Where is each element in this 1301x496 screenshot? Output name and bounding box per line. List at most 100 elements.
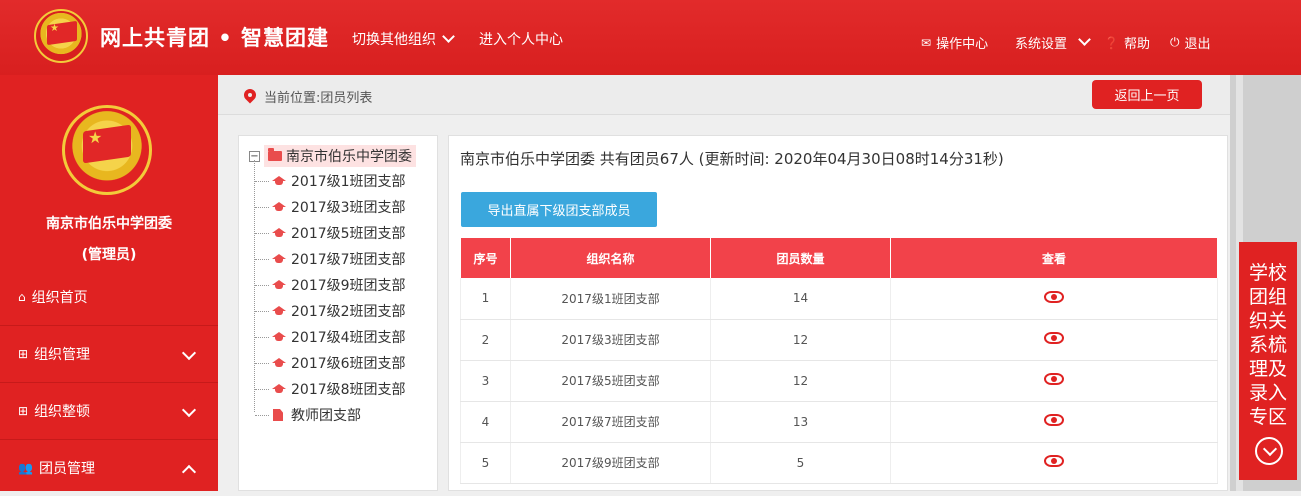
cell-no: 1 — [460, 278, 511, 320]
school-org-promo-panel[interactable]: 学校团组织关系梳理及录入专区 — [1239, 242, 1297, 480]
chevron-down-circle-icon[interactable] — [1255, 437, 1283, 465]
tree-root-label[interactable]: 南京市伯乐中学团委 — [264, 145, 416, 167]
tree-node-label: 2017级6班团支部 — [291, 356, 406, 372]
graduation-cap-icon — [271, 306, 287, 316]
eye-icon[interactable] — [1044, 373, 1064, 385]
tree-node[interactable]: 2017级3班团支部 — [255, 197, 406, 217]
promo-text: 学校团组织关系梳理及录入专区 — [1249, 262, 1288, 428]
cell-no: 5 — [460, 442, 511, 484]
breadcrumb: 当前位置:团员列表 — [244, 87, 372, 106]
graduation-cap-icon — [271, 384, 287, 394]
tree-node-label: 2017级3班团支部 — [291, 200, 406, 216]
help-label: 帮助 — [1123, 37, 1150, 52]
help-link[interactable]: ❓ 帮助 — [1104, 33, 1150, 53]
eye-icon[interactable] — [1044, 290, 1064, 303]
youth-league-emblem-icon: ★ — [62, 105, 152, 195]
sidebar-item-home[interactable]: ⌂ 组织首页 — [0, 268, 218, 325]
cell-view — [890, 360, 1218, 402]
cell-no: 4 — [460, 401, 511, 443]
table-row: 2 2017级3班团支部 12 — [460, 319, 1218, 361]
tree-node-label: 2017级4班团支部 — [291, 330, 406, 346]
tree-node[interactable]: 2017级6班团支部 — [255, 353, 406, 373]
org-tree-panel: − 南京市伯乐中学团委 2017级1班团支部 2017级3班团支部 2017级5… — [238, 135, 438, 491]
ops-center-link[interactable]: ✉ 操作中心 — [921, 33, 988, 53]
cell-name: 2017级1班团支部 — [510, 278, 711, 320]
org-chart-icon: ⊞ — [18, 404, 29, 418]
column-header-no: 序号 — [460, 238, 511, 278]
tree-node[interactable]: 2017级9班团支部 — [255, 275, 406, 295]
cell-count: 12 — [710, 319, 891, 361]
back-button[interactable]: 返回上一页 — [1092, 80, 1202, 109]
member-list-panel: 南京市伯乐中学团委 共有团员67人 (更新时间: 2020年04月30日08时1… — [448, 135, 1228, 491]
location-pin-icon — [244, 89, 256, 105]
tree-node[interactable]: 2017级2班团支部 — [255, 301, 406, 321]
tree-node[interactable]: 2017级1班团支部 — [255, 171, 406, 191]
tree-node-label: 2017级2班团支部 — [291, 304, 406, 320]
tree-node-teacher[interactable]: 教师团支部 — [255, 405, 361, 425]
cell-name: 2017级5班团支部 — [510, 360, 711, 402]
users-icon: 👥 — [18, 461, 33, 475]
cell-view — [890, 319, 1218, 361]
export-members-button[interactable]: 导出直属下级团支部成员 — [461, 192, 657, 227]
sidebar-item-org-management[interactable]: ⊞ 组织管理 — [0, 325, 218, 382]
sidebar-item-label: 组织管理 — [34, 347, 91, 363]
tree-node[interactable]: 2017级8班团支部 — [255, 379, 406, 399]
cell-name: 2017级9班团支部 — [510, 442, 711, 484]
tree-node[interactable]: 2017级7班团支部 — [255, 249, 406, 269]
cell-no: 3 — [460, 360, 511, 402]
top-bar: ★ 网上共青团 • 智慧团建 切换其他组织 进入个人中心 ✉ 操作中心 系统设置… — [0, 0, 1301, 75]
cell-name: 2017级3班团支部 — [510, 319, 711, 361]
envelope-icon: ✉ — [921, 35, 932, 50]
tree-node[interactable]: 2017级5班团支部 — [255, 223, 406, 243]
table-row: 4 2017级7班团支部 13 — [460, 401, 1218, 443]
chevron-down-icon — [442, 30, 455, 43]
switch-org-dropdown[interactable]: 切换其他组织 — [352, 29, 455, 49]
tree-node-label: 2017级1班团支部 — [291, 174, 406, 190]
home-icon: ⌂ — [18, 289, 26, 304]
member-summary: 南京市伯乐中学团委 共有团员67人 (更新时间: 2020年04月30日08时1… — [460, 150, 1004, 168]
eye-icon[interactable] — [1044, 455, 1064, 467]
chevron-down-icon — [1078, 33, 1091, 46]
logout-link[interactable]: ⏻ 退出 — [1170, 33, 1211, 52]
sidebar-item-org-rectification[interactable]: ⊞ 组织整顿 — [0, 382, 218, 439]
sidebar-item-label: 团员管理 — [38, 461, 95, 477]
power-icon: ⏻ — [1170, 35, 1180, 49]
graduation-cap-icon — [271, 228, 287, 238]
sidebar-item-member-management[interactable]: 👥 团员管理 — [0, 439, 218, 496]
sidebar-org-name: 南京市伯乐中学团委 — [46, 216, 172, 232]
chevron-down-icon — [181, 345, 197, 361]
graduation-cap-icon — [271, 332, 287, 342]
breadcrumb-bar: 当前位置:团员列表 返回上一页 — [218, 75, 1230, 115]
folder-open-icon — [268, 148, 282, 161]
app-title: 网上共青团 • 智慧团建 — [100, 26, 330, 50]
question-circle-icon: ❓ — [1104, 35, 1119, 50]
cell-view — [890, 401, 1218, 443]
switch-org-label: 切换其他组织 — [352, 32, 436, 48]
tree-root[interactable]: − 南京市伯乐中学团委 — [249, 145, 416, 167]
graduation-cap-icon — [271, 358, 287, 368]
tree-node-label: 教师团支部 — [291, 408, 361, 424]
cell-view — [890, 442, 1218, 484]
eye-icon[interactable] — [1044, 414, 1064, 426]
main-area: 当前位置:团员列表 返回上一页 − 南京市伯乐中学团委 2017级1班团支部 2… — [218, 75, 1230, 491]
cell-count: 5 — [710, 442, 891, 484]
chevron-up-icon — [181, 464, 197, 480]
table-row: 1 2017级1班团支部 14 — [460, 278, 1218, 320]
tree-node[interactable]: 2017级4班团支部 — [255, 327, 406, 347]
tree-root-text: 南京市伯乐中学团委 — [286, 149, 412, 165]
column-header-view: 查看 — [890, 238, 1218, 278]
sidebar-org-role: (管理员) — [81, 247, 137, 263]
table-header-row: 序号 组织名称 团员数量 查看 — [460, 238, 1218, 278]
personal-center-link[interactable]: 进入个人中心 — [479, 29, 563, 49]
document-icon — [273, 409, 283, 421]
tree-node-label: 2017级9班团支部 — [291, 278, 406, 294]
tree-node-label: 2017级5班团支部 — [291, 226, 406, 242]
cell-count: 13 — [710, 401, 891, 443]
logout-label: 退出 — [1184, 37, 1211, 52]
cell-name: 2017级7班团支部 — [510, 401, 711, 443]
sidebar-item-label: 组织首页 — [31, 289, 88, 306]
settings-dropdown[interactable]: 系统设置 — [1015, 33, 1091, 52]
graduation-cap-icon — [271, 254, 287, 264]
graduation-cap-icon — [271, 280, 287, 290]
eye-icon[interactable] — [1044, 332, 1064, 344]
